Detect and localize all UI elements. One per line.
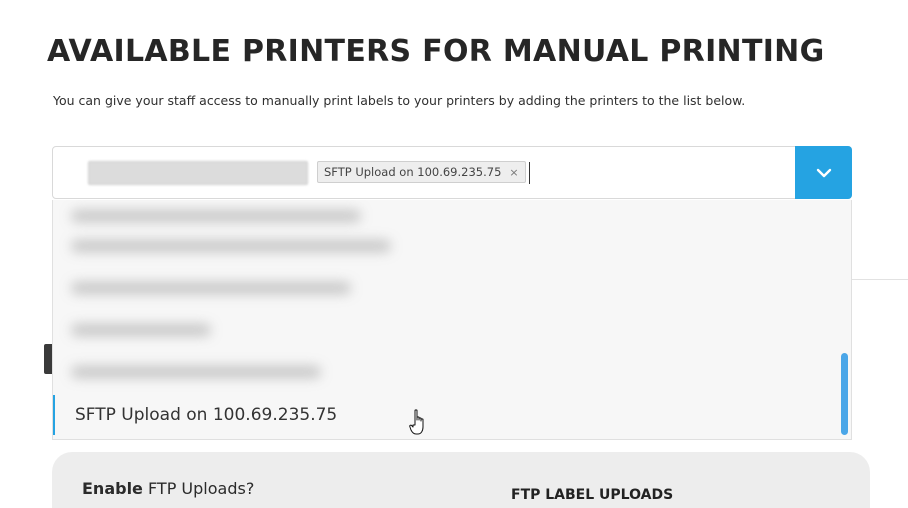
option-redacted[interactable] (71, 240, 391, 252)
chip-label: SFTP Upload on 100.69.235.75 (324, 165, 502, 179)
scrollbar-thumb[interactable] (841, 353, 848, 435)
text-caret (529, 162, 530, 184)
option-redacted[interactable] (71, 282, 351, 294)
section-divider (852, 279, 908, 280)
enable-ftp-label-rest: FTP Uploads? (142, 479, 255, 498)
page-description: You can give your staff access to manual… (53, 93, 746, 108)
enable-ftp-label: Enable FTP Uploads? (82, 479, 254, 498)
printer-multiselect[interactable]: SFTP Upload on 100.69.235.75 × (52, 146, 852, 199)
chip-remove-icon[interactable]: × (509, 166, 518, 179)
option-redacted[interactable] (71, 210, 361, 222)
ftp-label-uploads-heading: FTP LABEL UPLOADS (511, 487, 674, 503)
selected-printer-chip: SFTP Upload on 100.69.235.75 × (317, 161, 526, 183)
option-redacted[interactable] (71, 324, 211, 336)
printer-options-list[interactable]: SFTP Upload on 100.69.235.75 (52, 200, 852, 440)
selected-printer-chip-redacted (88, 161, 308, 185)
option-sftp-upload[interactable]: SFTP Upload on 100.69.235.75 (53, 395, 839, 435)
option-redacted[interactable] (71, 366, 321, 378)
enable-ftp-label-bold: Enable (82, 479, 143, 498)
page-title: AVAILABLE PRINTERS FOR MANUAL PRINTING (47, 34, 825, 69)
hand-cursor-icon (409, 409, 424, 435)
chevron-down-icon (816, 168, 831, 177)
dropdown-toggle-button[interactable] (795, 146, 852, 199)
ftp-settings-panel: Enable FTP Uploads? FTP LABEL UPLOADS (52, 452, 870, 508)
page: AVAILABLE PRINTERS FOR MANUAL PRINTING Y… (0, 0, 908, 508)
